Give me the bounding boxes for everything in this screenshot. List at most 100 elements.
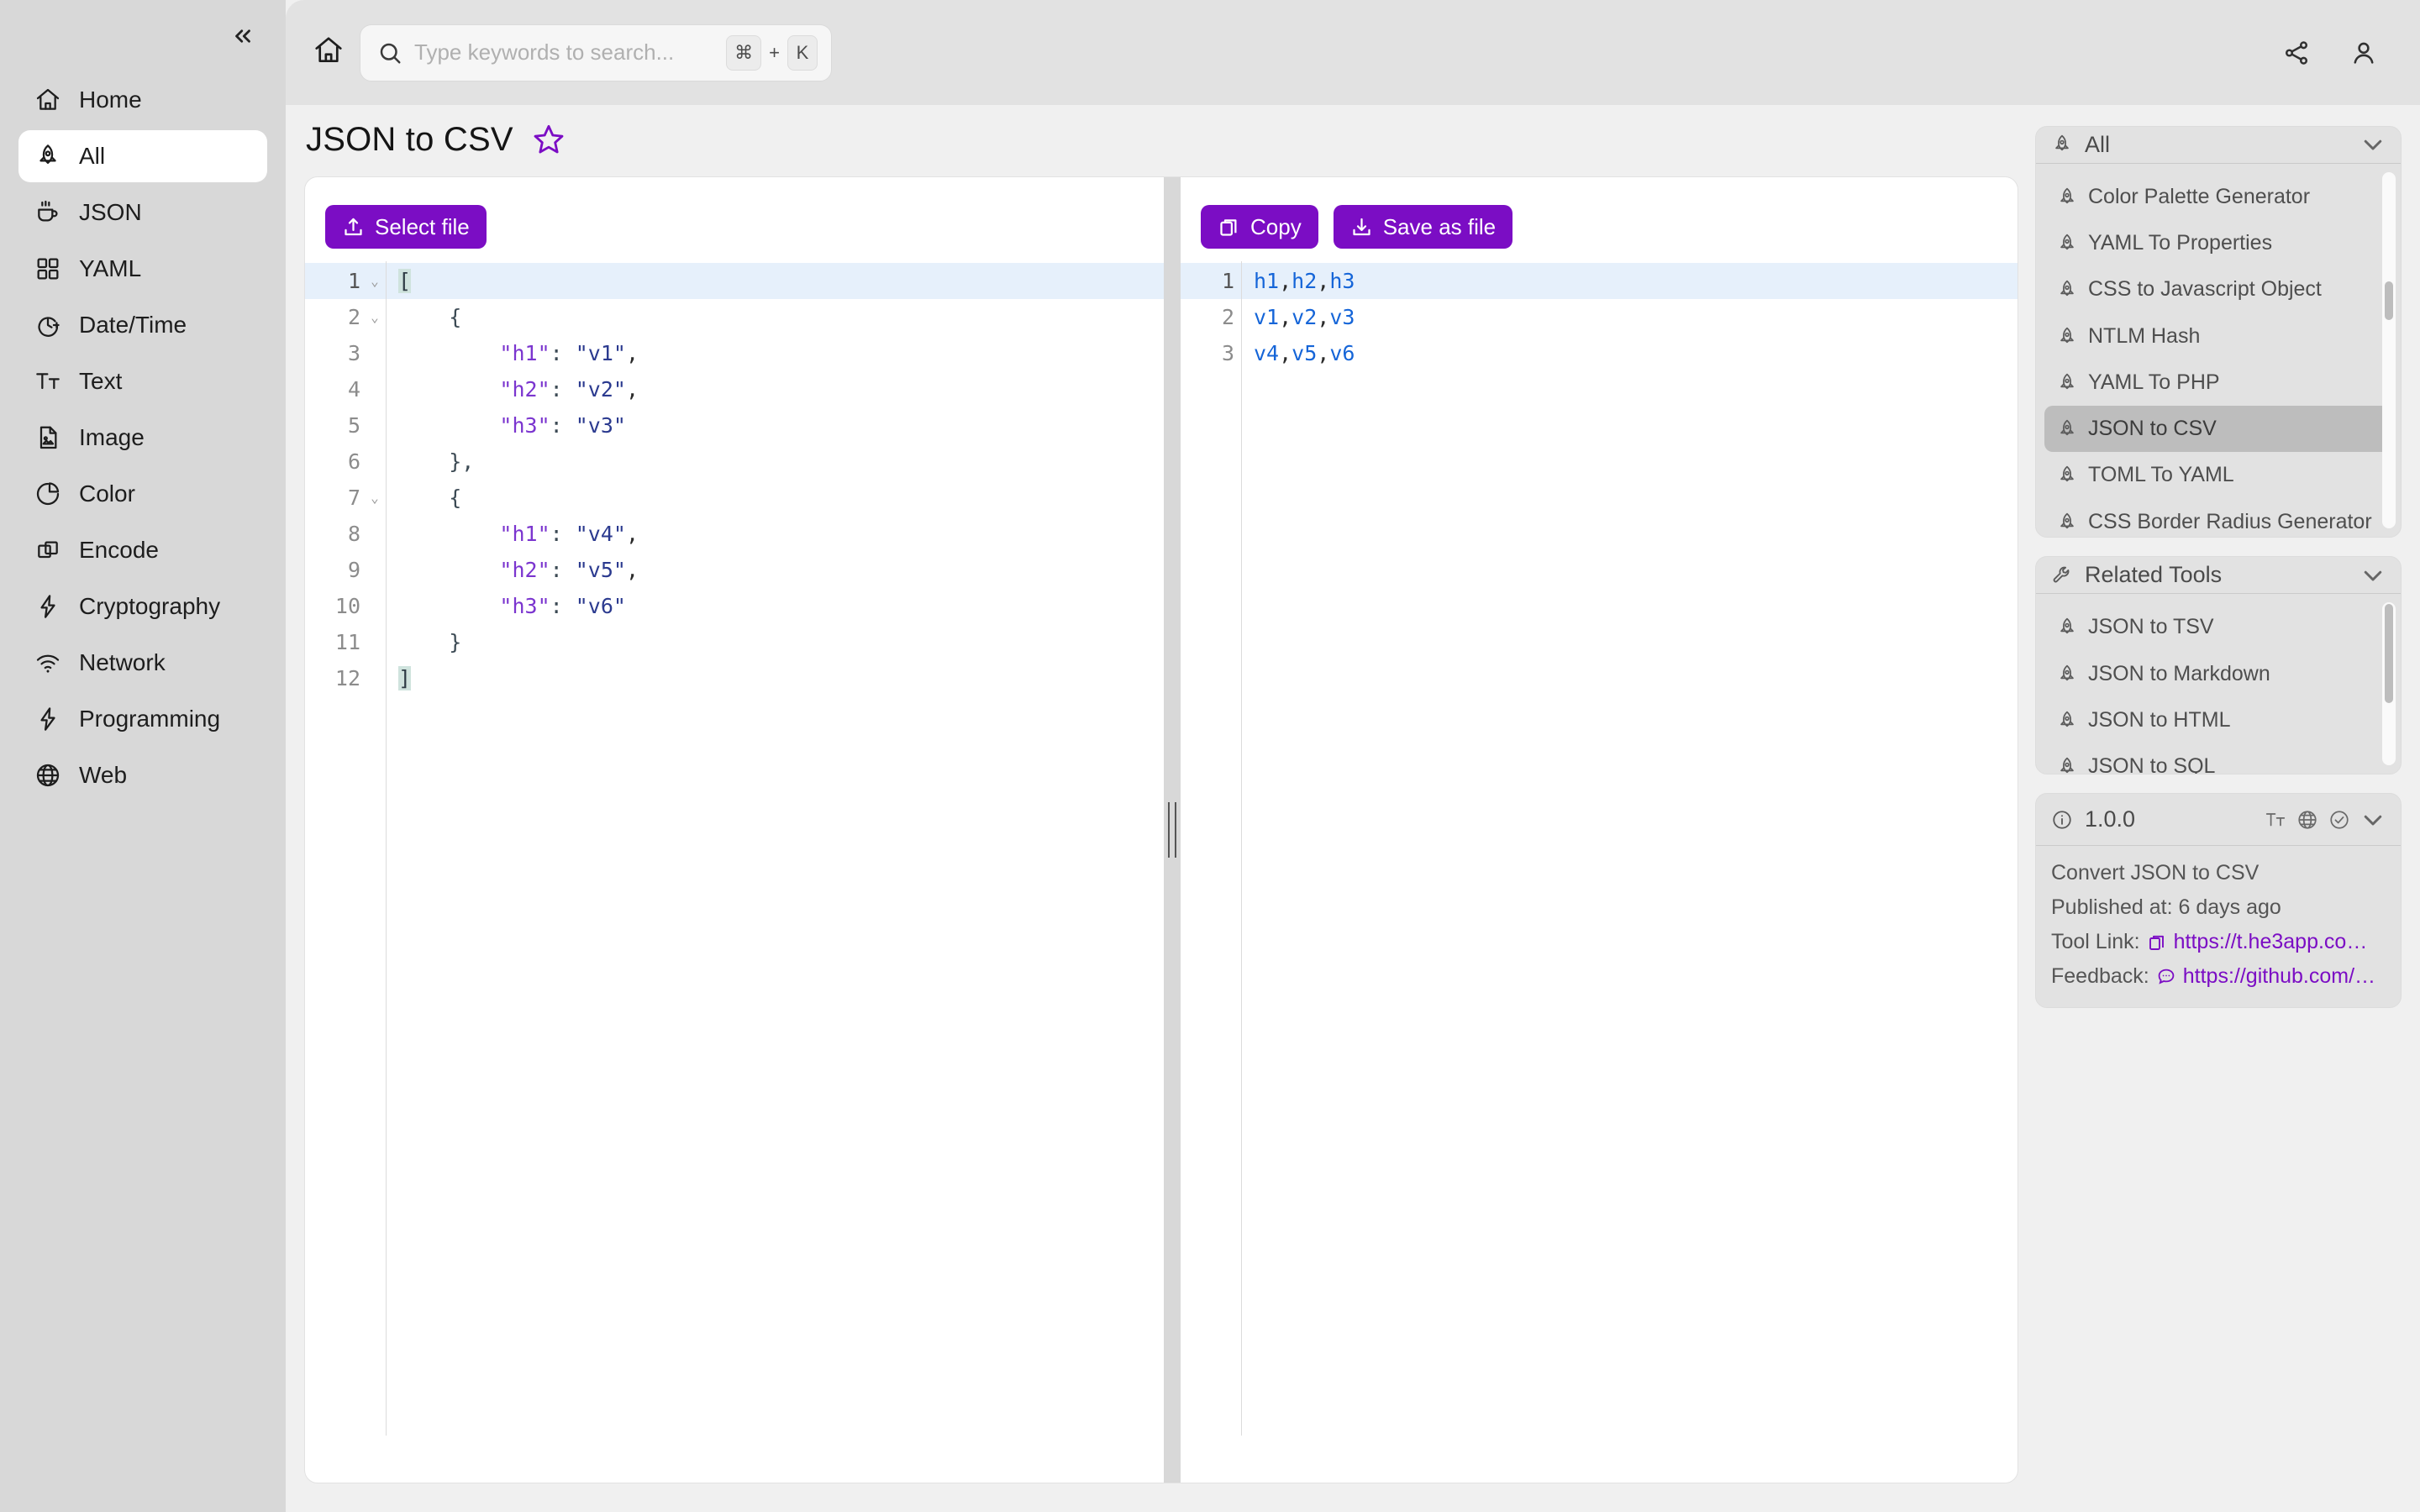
home-button[interactable]	[302, 27, 355, 79]
sidebar-item-image[interactable]: Image	[18, 412, 267, 464]
editor-workspace: Select file 1 ⌄ 2 ⌄ 3 4 5 6 7 ⌄ 8 9 10 11 12 [ { "h1":…	[304, 176, 2018, 1483]
code-line[interactable]: "h3": "v3"	[387, 407, 1164, 444]
code-line[interactable]: "h3": "v6"	[387, 588, 1164, 624]
feedback-link[interactable]: https://github.com/…	[2156, 964, 2375, 989]
copy-button[interactable]: Copy	[1201, 205, 1318, 249]
download-icon	[1350, 216, 1373, 239]
tool-info-header[interactable]: 1.0.0	[2036, 794, 2401, 846]
all-tools-header[interactable]: All	[2036, 127, 2401, 164]
code-token: "v2"	[575, 377, 626, 402]
code-token: "v4"	[575, 522, 626, 546]
sidebar-collapse-button[interactable]	[224, 18, 262, 57]
code-fold-toggle[interactable]: ⌄	[367, 480, 382, 516]
check-circle-icon[interactable]	[2328, 809, 2350, 831]
share-button[interactable]	[2277, 34, 2316, 72]
sidebar-item-yaml[interactable]: YAML	[18, 243, 267, 295]
code-fold-toggle[interactable]: ⌄	[367, 263, 382, 299]
chevron-down-icon[interactable]	[2360, 132, 2386, 157]
tool-list-item[interactable]: JSON to CSV	[2044, 406, 2392, 453]
tool-list-item[interactable]: TOML To YAML	[2044, 452, 2392, 498]
sidebar-item-home[interactable]: Home	[18, 74, 267, 126]
tool-description: Convert JSON to CSV	[2051, 861, 2260, 885]
rocket-icon	[2056, 465, 2078, 486]
tool-list-item[interactable]: JSON to HTML	[2044, 697, 2392, 743]
pane-splitter[interactable]	[1164, 177, 1181, 1483]
code-line[interactable]: v1,v2,v3	[1242, 299, 2018, 335]
sidebar-item-programming[interactable]: Programming	[18, 693, 267, 745]
code-line[interactable]: "h1": "v1",	[387, 335, 1164, 371]
code-line[interactable]: "h2": "v2",	[387, 371, 1164, 407]
sidebar-item-cryptography[interactable]: Cryptography	[18, 580, 267, 633]
code-token: "h3"	[499, 413, 550, 438]
code-line[interactable]: v4,v5,v6	[1242, 335, 2018, 371]
tool-list-item[interactable]: YAML To Properties	[2044, 220, 2392, 266]
code-token: [	[398, 269, 412, 293]
sidebar-item-encode[interactable]: Encode	[18, 524, 267, 576]
code-line[interactable]: }	[387, 624, 1164, 660]
topbar-actions	[2277, 34, 2383, 72]
line-number: 11	[334, 630, 360, 654]
tool-list-item[interactable]: CSS Border Radius Generator	[2044, 499, 2392, 537]
code-token: v6	[1329, 341, 1355, 365]
tool-list-item-label: JSON to TSV	[2088, 615, 2214, 639]
input-code-content[interactable]: [ { "h1": "v1", "h2": "v2", "h3": "v3" }…	[387, 258, 1164, 1483]
globe-icon[interactable]	[2296, 809, 2318, 831]
code-token: :	[550, 594, 576, 618]
code-token: "h2"	[499, 377, 550, 402]
select-file-button[interactable]: Select file	[325, 205, 487, 249]
search-box[interactable]: ⌘ + K	[360, 24, 832, 81]
code-token: ]	[398, 666, 412, 690]
all-tools-scrollbar[interactable]	[2382, 171, 2396, 528]
code-line[interactable]: ]	[387, 660, 1164, 696]
tool-link[interactable]: https://t.he3app.co…	[2147, 930, 2367, 954]
sidebar-item-all[interactable]: All	[18, 130, 267, 182]
tool-list-item[interactable]: JSON to Markdown	[2044, 651, 2392, 697]
account-button[interactable]	[2344, 34, 2383, 72]
code-token: "v6"	[575, 594, 626, 618]
sidebar-item-label: Web	[79, 762, 128, 788]
related-tools-scroll-thumb[interactable]	[2385, 604, 2393, 704]
tool-list-item[interactable]: JSON to TSV	[2044, 604, 2392, 650]
code-line[interactable]: {	[387, 480, 1164, 516]
tool-list-item[interactable]: JSON to SQL	[2044, 743, 2392, 774]
related-tools-scrollbar[interactable]	[2382, 602, 2396, 765]
json-editor[interactable]: 1 ⌄ 2 ⌄ 3 4 5 6 7 ⌄ 8 9 10 11 12 [ { "h1": "v1", "h2":…	[305, 258, 1164, 1483]
code-line[interactable]: h1,h2,h3	[1242, 263, 2018, 299]
sidebar-item-date-time[interactable]: Date/Time	[18, 299, 267, 351]
code-line[interactable]: {	[387, 299, 1164, 335]
favorite-star-button[interactable]	[532, 123, 566, 156]
sidebar-item-text[interactable]: Text	[18, 355, 267, 407]
sidebar-item-json[interactable]: JSON	[18, 186, 267, 239]
code-line[interactable]: "h2": "v5",	[387, 552, 1164, 588]
tool-list-item[interactable]: CSS to Javascript Object	[2044, 266, 2392, 312]
code-line[interactable]: [	[387, 263, 1164, 299]
sidebar-item-color[interactable]: Color	[18, 468, 267, 520]
chevron-down-icon[interactable]	[2360, 807, 2386, 832]
csv-editor[interactable]: 123 h1,h2,h3 v1,v2,v3 v4,v5,v6	[1181, 258, 2018, 1483]
output-code-content[interactable]: h1,h2,h3 v1,v2,v3 v4,v5,v6	[1242, 258, 2018, 1483]
code-token: ,	[1279, 341, 1292, 365]
tool-list-item[interactable]: NTLM Hash	[2044, 313, 2392, 360]
rocket-icon	[2056, 186, 2078, 208]
chevron-down-icon[interactable]	[2360, 563, 2386, 588]
tool-list-item-label: NTLM Hash	[2088, 323, 2201, 348]
tool-list-item-label: YAML To Properties	[2088, 231, 2273, 255]
code-line[interactable]: "h1": "v4",	[387, 516, 1164, 552]
all-tools-scroll-thumb[interactable]	[2385, 281, 2393, 320]
code-token: ,	[625, 558, 639, 582]
feedback-label: Feedback:	[2051, 964, 2149, 988]
related-tools-header[interactable]: Related Tools	[2036, 557, 2401, 595]
tool-list-item[interactable]: Color Palette Generator	[2044, 174, 2392, 220]
all-tools-body: Color Palette Generator YAML To Propertie…	[2036, 164, 2401, 537]
code-line[interactable]: },	[387, 444, 1164, 480]
output-line-numbers: 1 2 3	[1181, 258, 1241, 1483]
code-fold-toggle[interactable]: ⌄	[367, 299, 382, 335]
copy-icon	[2147, 932, 2167, 953]
search-input[interactable]	[414, 39, 715, 66]
sidebar-item-network[interactable]: Network	[18, 637, 267, 689]
save-as-file-button[interactable]: Save as file	[1333, 205, 1513, 249]
sidebar-item-web[interactable]: Web	[18, 749, 267, 801]
text-format-icon[interactable]	[2265, 809, 2286, 831]
tool-list-item[interactable]: YAML To PHP	[2044, 360, 2392, 406]
